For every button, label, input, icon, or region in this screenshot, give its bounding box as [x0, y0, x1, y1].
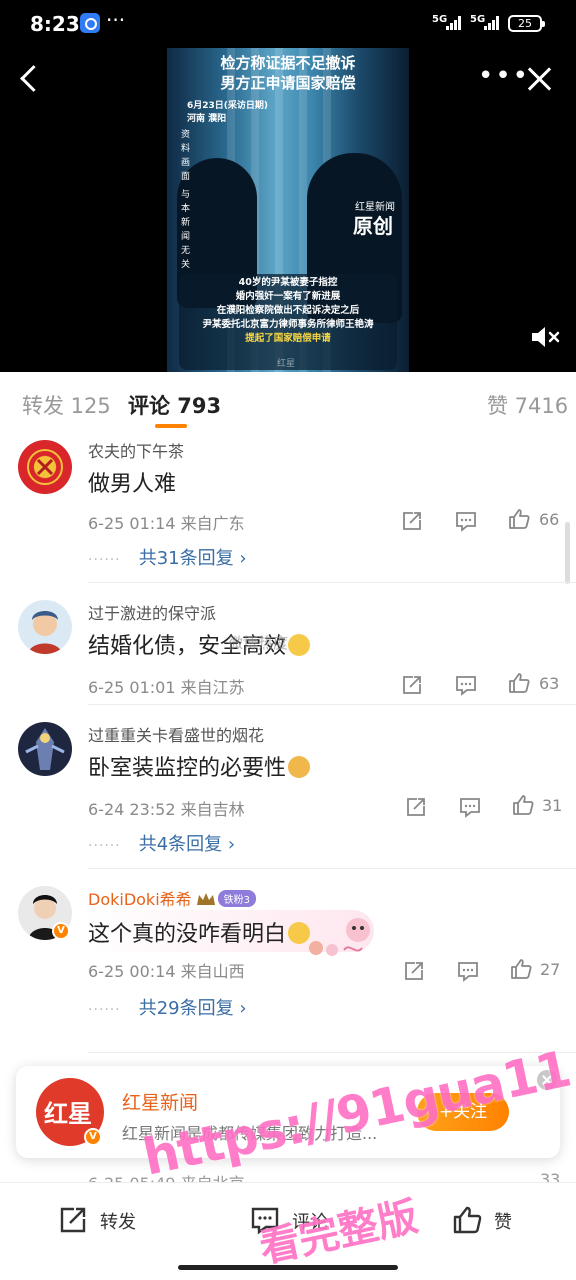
avatar[interactable]	[18, 722, 72, 776]
video-headline-bottom: 男方正申请国家赔偿	[220, 74, 356, 92]
app-notification-icon	[80, 13, 100, 33]
mute-icon[interactable]	[530, 324, 562, 350]
follow-suggestion-card[interactable]: 红星 V 红星新闻 红星新闻是成都传媒集团致力打造... +关注	[16, 1066, 560, 1158]
video-headline-top: 检方称证据不足撤诉	[220, 54, 356, 72]
status-time: 8:23	[30, 12, 80, 36]
account-name[interactable]: 红星新闻	[122, 1088, 198, 1115]
like-icon	[453, 1206, 482, 1234]
tab-comments[interactable]: 评论 793	[128, 390, 221, 420]
comment-icon[interactable]	[455, 510, 477, 532]
video-watermark: 红星	[277, 359, 296, 369]
repost-label: 转发	[100, 1212, 136, 1233]
view-replies-link[interactable]: ······ 共4条回复 ›	[88, 830, 235, 856]
cartoon-sticker-icon	[309, 918, 370, 956]
account-description: 红星新闻是成都传媒集团致力打造...	[122, 1124, 378, 1143]
comment-meta: 6-25 01:14 来自广东	[88, 514, 245, 533]
tab-repost[interactable]: 转发 125	[22, 390, 111, 420]
doge-emoji-icon	[288, 756, 311, 778]
caption-line: 尹某委托北京富力律师事务所律师王艳涛	[202, 319, 374, 330]
caption-line: 在濮阳检察院做出不起诉决定之后	[216, 305, 360, 316]
view-replies-link[interactable]: ······ 共29条回复 ›	[88, 994, 247, 1020]
home-indicator[interactable]	[178, 1265, 398, 1270]
hot-overlay-text: 微博热度	[228, 634, 289, 652]
like-count: 63	[539, 674, 560, 693]
account-logo[interactable]: 红星 V	[36, 1078, 104, 1146]
repost-icon[interactable]	[401, 510, 423, 532]
back-icon[interactable]	[16, 64, 44, 92]
video-frame: 检方称证据不足撤诉 男方正申请国家赔偿 6月23日(采访日期) 河南 濮阳 资料…	[167, 48, 409, 372]
caption-line: 婚内强奸一案有了新进展	[235, 291, 341, 302]
video-logo-main: 原创	[353, 214, 393, 238]
account-logo-text: 红星	[44, 1099, 92, 1128]
view-replies-link[interactable]: ······ 共31条回复 ›	[88, 544, 247, 570]
follow-button[interactable]: +关注	[417, 1093, 509, 1131]
like-icon[interactable]	[510, 958, 532, 980]
comment-meta: 6-25 01:01 来自江苏	[88, 678, 245, 697]
comment-author[interactable]: 农夫的下午茶	[88, 438, 184, 462]
video-player[interactable]: 检方称证据不足撤诉 男方正申请国家赔偿 6月23日(采访日期) 河南 濮阳 资料…	[0, 48, 576, 372]
repost-button[interactable]: 转发	[58, 1203, 148, 1237]
caption-line: 40岁的尹某被妻子指控	[238, 277, 338, 288]
comment-text: 卧室装监控的必要性	[88, 750, 311, 782]
repost-icon[interactable]	[403, 960, 425, 982]
tab-likes[interactable]: 赞 7416	[487, 390, 568, 420]
comment-author[interactable]: 过于激进的保守派	[88, 600, 216, 624]
signal-label-1: 5G	[432, 14, 448, 25]
comment-text: 做男人难	[88, 472, 177, 497]
like-icon[interactable]	[508, 672, 530, 694]
repost-icon	[60, 1207, 86, 1233]
like-count: 31	[542, 796, 563, 815]
divider	[88, 1052, 576, 1053]
avatar[interactable]	[18, 600, 72, 654]
close-icon[interactable]	[526, 66, 552, 92]
verified-badge-icon: V	[84, 1128, 102, 1146]
verified-badge-icon: V	[52, 922, 70, 940]
close-card-icon[interactable]	[537, 1070, 557, 1090]
crown-icon	[196, 893, 215, 905]
video-vertical-left: 资料画面	[181, 130, 191, 182]
like-count: 27	[540, 960, 561, 979]
comment-icon[interactable]	[457, 960, 479, 982]
comment-author[interactable]: DokiDoki希希 铁粉3	[88, 886, 257, 910]
battery-icon: 25	[508, 15, 545, 32]
like-icon[interactable]	[508, 508, 530, 530]
divider	[88, 582, 576, 583]
like-count: 66	[539, 510, 560, 529]
comment-button[interactable]: 评论	[250, 1203, 340, 1237]
comment-label: 评论	[292, 1212, 328, 1233]
video-place: 河南 濮阳	[187, 114, 227, 124]
avatar[interactable]	[18, 440, 72, 494]
bottom-action-bar: 转发 评论 赞	[0, 1182, 576, 1280]
signal-label-2: 5G	[470, 14, 486, 25]
status-more-icon: ···	[106, 8, 126, 32]
comment-author[interactable]: 过重重关卡看盛世的烟花	[88, 722, 264, 746]
caption-line: 提起了国家赔偿申请	[245, 333, 331, 344]
repost-icon[interactable]	[405, 796, 427, 818]
like-button[interactable]: 赞	[452, 1203, 532, 1237]
comment-meta: 6-25 00:14 来自山西	[88, 962, 245, 981]
comment-meta: 6-24 23:52 来自吉林	[88, 800, 245, 819]
divider	[88, 704, 576, 705]
comment-icon	[251, 1207, 279, 1235]
video-date: 6月23日(采访日期)	[187, 101, 269, 111]
tab-active-indicator	[155, 424, 187, 428]
repost-icon[interactable]	[401, 674, 423, 696]
divider	[88, 868, 576, 869]
more-options-icon[interactable]: •••	[478, 62, 530, 90]
video-vertical-right: 与本新闻无关	[181, 190, 191, 270]
like-icon[interactable]	[512, 794, 534, 816]
fan-badge: 铁粉3	[217, 890, 257, 907]
laugh-emoji-icon	[288, 634, 311, 656]
comment-icon[interactable]	[455, 674, 477, 696]
tab-bar: 转发 125 评论 793 赞 7416	[0, 372, 576, 432]
comment-text: 这个真的没咋看明白	[88, 916, 311, 948]
status-bar: 8:23 ··· 5G 5G 25	[0, 0, 576, 48]
scrollbar[interactable]	[565, 522, 570, 584]
like-label: 赞	[494, 1212, 512, 1233]
comment-icon[interactable]	[459, 796, 481, 818]
